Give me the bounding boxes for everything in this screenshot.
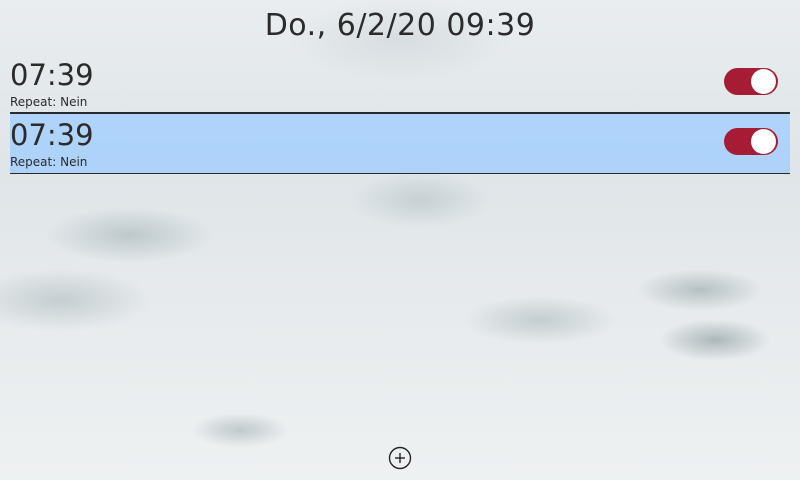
alarm-repeat-label: Repeat: Nein (10, 155, 88, 169)
alarm-repeat-label: Repeat: Nein (10, 95, 88, 109)
alarm-item[interactable]: 07:39 Repeat: Nein (10, 54, 790, 113)
alarm-enabled-toggle[interactable] (724, 68, 778, 95)
toggle-knob (751, 129, 776, 154)
alarm-item-selected[interactable]: 07:39 Repeat: Nein (10, 113, 790, 174)
alarm-time: 07:39 (10, 58, 94, 92)
current-datetime: Do., 6/2/20 09:39 (264, 8, 536, 43)
plus-circle-icon (388, 446, 412, 470)
toggle-knob (751, 69, 776, 94)
alarm-list: 07:39 Repeat: Nein 07:39 Repeat: Nein (10, 54, 790, 174)
alarm-enabled-toggle[interactable] (724, 128, 778, 155)
alarm-time: 07:39 (10, 118, 94, 152)
add-alarm-button[interactable] (388, 446, 412, 470)
